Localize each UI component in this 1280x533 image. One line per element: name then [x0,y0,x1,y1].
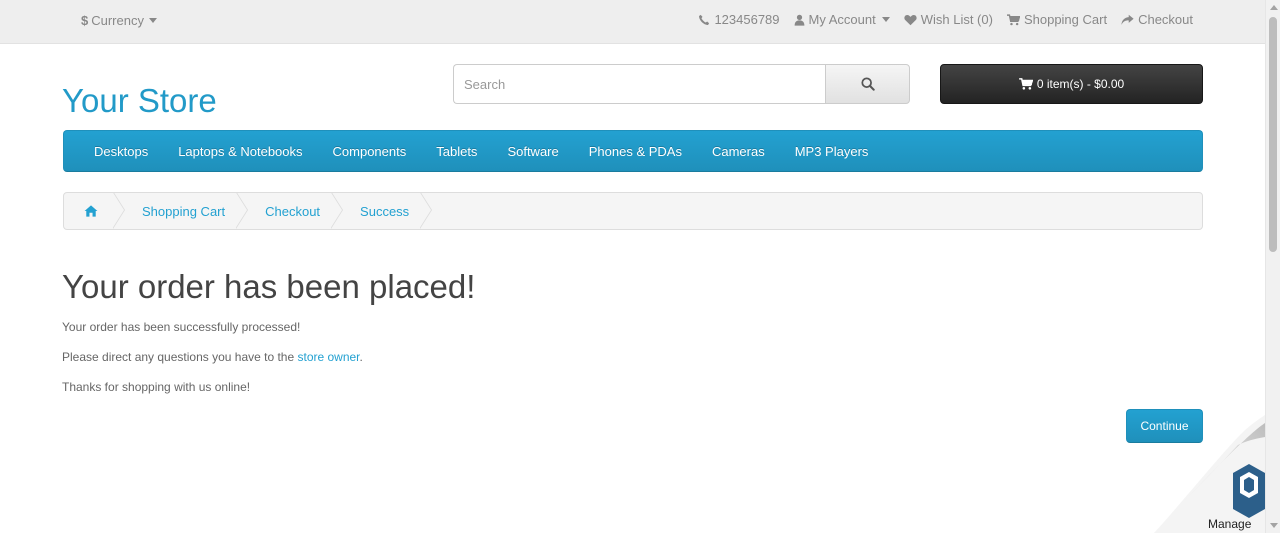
phone-number: 123456789 [714,12,780,27]
scrollbar-thumb[interactable] [1269,17,1277,252]
top-links: 123456789 My Account Wish List (0) Shopp… [698,12,1193,27]
breadcrumb: Shopping Cart Checkout Success [63,192,1203,230]
shopping-cart-icon [1006,13,1020,25]
currency-label: Currency [91,13,144,28]
user-icon [794,14,804,26]
breadcrumb-label: Checkout [265,203,321,219]
checkout-label: Checkout [1138,12,1193,27]
caret-down-icon [148,18,157,23]
currency-dropdown[interactable]: $ Currency [81,13,157,28]
search-input[interactable] [453,64,826,104]
wish-list-link[interactable]: Wish List (0) [904,12,993,27]
menu-item-tablets[interactable]: Tablets [421,144,492,159]
my-account-label: My Account [808,12,876,27]
menu-item-software[interactable]: Software [492,144,573,159]
search-button[interactable] [825,64,910,104]
currency-symbol: $ [81,13,89,28]
phone-icon [699,14,710,25]
shopping-cart-link[interactable]: Shopping Cart [1006,12,1108,27]
phone-link[interactable]: 123456789 [698,12,780,27]
shopping-cart-icon [1018,78,1033,90]
share-icon [1121,14,1134,25]
menu-item-desktops[interactable]: Desktops [79,144,163,159]
store-logo[interactable]: Your Store [62,82,217,120]
breadcrumb-checkout[interactable]: Checkout [247,193,343,229]
breadcrumb-shopping-cart[interactable]: Shopping Cart [124,193,249,229]
menu-item-components[interactable]: Components [318,144,422,159]
cart-button[interactable]: 0 item(s) - $0.00 [940,64,1203,104]
main-menu: Desktops Laptops & Notebooks Components … [63,130,1203,172]
manage-label: Manage [1208,517,1252,531]
page-curl-icon [1154,415,1265,533]
search-icon [861,77,875,91]
search-bar [453,64,910,104]
breadcrumb-success[interactable]: Success [342,193,433,229]
caret-down-icon [881,17,890,22]
wish-list-label: Wish List (0) [920,12,993,27]
cart-total: 0 item(s) - $0.00 [1036,77,1125,91]
breadcrumb-home[interactable] [64,193,125,229]
page-scrollbar[interactable] [1265,0,1280,533]
store-owner-link[interactable]: store owner [297,350,359,364]
menu-item-cameras[interactable]: Cameras [697,144,780,159]
menu-item-phones-pdas[interactable]: Phones & PDAs [574,144,697,159]
shopping-cart-label: Shopping Cart [1023,12,1108,27]
menu-item-mp3-players[interactable]: MP3 Players [780,144,884,159]
contact-message-prefix: Please direct any questions you have to … [62,350,298,364]
contact-message-suffix: . [359,350,363,364]
page-title: Your order has been placed! [62,268,476,305]
breadcrumb-label: Success [360,203,410,219]
breadcrumb-label: Shopping Cart [142,203,226,219]
success-message: Your order has been successfully process… [62,320,301,334]
heart-icon [904,14,917,25]
my-account-dropdown[interactable]: My Account [794,12,890,27]
checkout-link[interactable]: Checkout [1121,12,1193,27]
contact-message: Please direct any questions you have to … [62,350,363,364]
top-bar: $ Currency 123456789 My Account Wish Lis… [0,0,1265,44]
thanks-message: Thanks for shopping with us online! [62,380,251,394]
manage-widget[interactable]: Manage [1150,415,1265,533]
menu-item-laptops-notebooks[interactable]: Laptops & Notebooks [163,144,317,159]
home-icon [84,205,98,217]
scroll-down-arrow-icon[interactable] [1270,523,1278,528]
scroll-up-arrow-icon[interactable] [1270,5,1278,10]
